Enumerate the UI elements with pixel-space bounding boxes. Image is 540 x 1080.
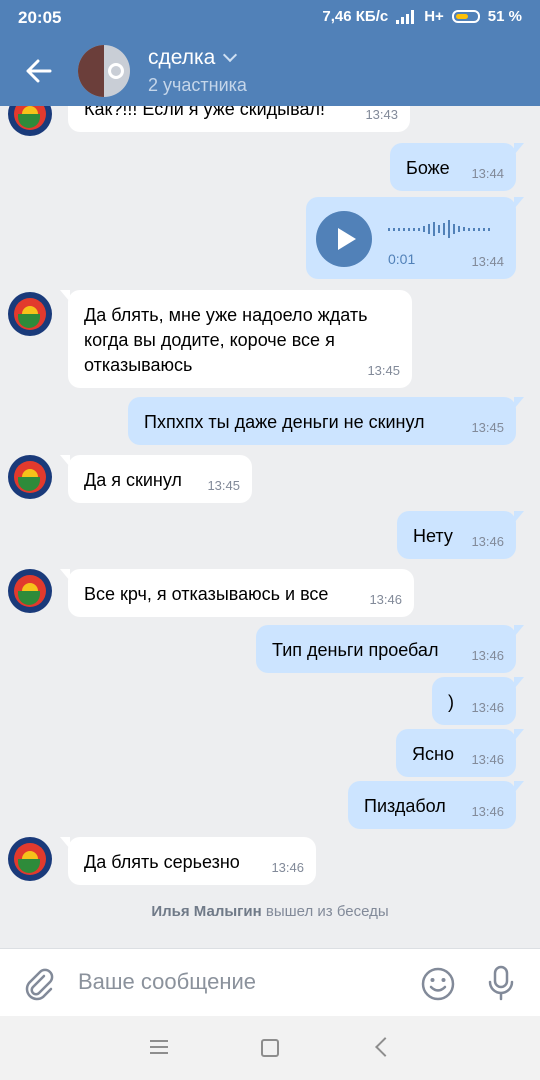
message-time: 13:46 bbox=[471, 804, 504, 819]
message-bubble-incoming[interactable]: Все крч, я отказываюсь и все 13:46 bbox=[60, 569, 414, 617]
message-bubble-outgoing[interactable]: Нету 13:46 bbox=[397, 511, 524, 559]
smile-icon[interactable] bbox=[420, 966, 456, 1002]
message-bubble-outgoing[interactable]: Пхпхпх ты даже деньги не скинул 13:45 bbox=[128, 397, 524, 445]
battery-percent: 51 % bbox=[487, 8, 522, 25]
message-bubble-incoming[interactable]: Да я скинул 13:45 bbox=[60, 455, 252, 503]
message-time: 13:46 bbox=[471, 534, 504, 549]
message-composer bbox=[0, 948, 540, 1017]
message-time: 13:45 bbox=[471, 420, 504, 435]
message-text: Пхпхпх ты даже деньги не скинул bbox=[144, 412, 425, 432]
message-time: 13:43 bbox=[365, 107, 398, 122]
system-nav-bar bbox=[0, 1016, 540, 1080]
message-bubble-incoming[interactable]: Как?!!! Если я уже скидывал! 13:43 bbox=[68, 106, 410, 132]
system-message-text: вышел из беседы bbox=[265, 903, 389, 920]
system-message-name[interactable]: Илья Малыгин bbox=[151, 903, 261, 920]
system-message: Илья Малыгин вышел из беседы bbox=[0, 903, 540, 920]
message-text: Как?!!! Если я уже скидывал! bbox=[84, 106, 325, 119]
sender-avatar[interactable] bbox=[8, 292, 52, 336]
mic-icon[interactable] bbox=[484, 964, 518, 1002]
menu-icon[interactable] bbox=[150, 1040, 168, 1054]
voice-duration: 0:01 bbox=[388, 251, 416, 267]
message-time: 13:46 bbox=[369, 592, 402, 607]
chat-subtitle: 2 участника bbox=[148, 75, 247, 95]
message-bubble-outgoing[interactable]: Боже 13:44 bbox=[390, 143, 524, 191]
message-bubble-incoming[interactable]: Да блять, мне уже надоело ждать когда вы… bbox=[60, 290, 412, 388]
message-bubble-outgoing[interactable]: Ясно 13:46 bbox=[396, 729, 524, 777]
chat-title-text: сделка bbox=[148, 46, 216, 69]
message-text: Тип деньги проебал bbox=[272, 640, 439, 660]
nav-back-icon[interactable] bbox=[375, 1037, 395, 1057]
message-time: 13:45 bbox=[367, 363, 400, 378]
message-bubble-outgoing[interactable]: Тип деньги проебал 13:46 bbox=[256, 625, 524, 673]
home-icon[interactable] bbox=[261, 1039, 279, 1057]
message-input[interactable] bbox=[78, 967, 398, 997]
network-speed: 7,46 КБ/с bbox=[322, 8, 389, 25]
chat-title[interactable]: сделка bbox=[148, 46, 238, 70]
status-right: 7,46 КБ/с H+ 51 % bbox=[322, 8, 522, 25]
status-time: 20:05 bbox=[18, 8, 62, 27]
sender-avatar[interactable] bbox=[8, 837, 52, 881]
voice-waveform[interactable] bbox=[388, 219, 490, 239]
attach-icon[interactable] bbox=[22, 967, 58, 1003]
sender-avatar[interactable] bbox=[8, 569, 52, 613]
top-bar: 20:05 7,46 КБ/с H+ 51 % сделка 2 участни… bbox=[0, 0, 540, 106]
message-bubble-outgoing[interactable]: ) 13:46 bbox=[432, 677, 524, 725]
message-list[interactable]: Как?!!! Если я уже скидывал! 13:43 Боже … bbox=[0, 106, 540, 948]
status-bar: 20:05 7,46 КБ/с H+ 51 % bbox=[0, 0, 540, 34]
message-time: 13:44 bbox=[471, 166, 504, 181]
chevron-down-icon bbox=[223, 47, 238, 63]
message-text: Да блять серьезно bbox=[84, 852, 240, 872]
message-time: 13:46 bbox=[471, 752, 504, 767]
signal-icon bbox=[396, 9, 416, 24]
message-bubble-outgoing[interactable]: Пиздабол 13:46 bbox=[348, 781, 524, 829]
message-time: 13:44 bbox=[471, 254, 504, 269]
voice-message[interactable]: 0:01 13:44 bbox=[306, 197, 524, 279]
play-icon[interactable] bbox=[316, 211, 372, 267]
message-time: 13:45 bbox=[207, 478, 240, 493]
sender-avatar[interactable] bbox=[8, 106, 52, 136]
message-text: Да блять, мне уже надоело ждать когда вы… bbox=[84, 305, 368, 375]
message-time: 13:46 bbox=[471, 648, 504, 663]
back-arrow-icon[interactable] bbox=[26, 58, 52, 84]
battery-icon bbox=[451, 10, 480, 23]
network-type: H+ bbox=[424, 8, 444, 25]
message-time: 13:46 bbox=[471, 700, 504, 715]
sender-avatar[interactable] bbox=[8, 455, 52, 499]
message-text: Все крч, я отказываюсь и все bbox=[84, 584, 329, 604]
message-bubble-incoming[interactable]: Да блять серьезно 13:46 bbox=[60, 837, 316, 885]
chat-avatar[interactable] bbox=[78, 45, 130, 97]
message-time: 13:46 bbox=[271, 860, 304, 875]
